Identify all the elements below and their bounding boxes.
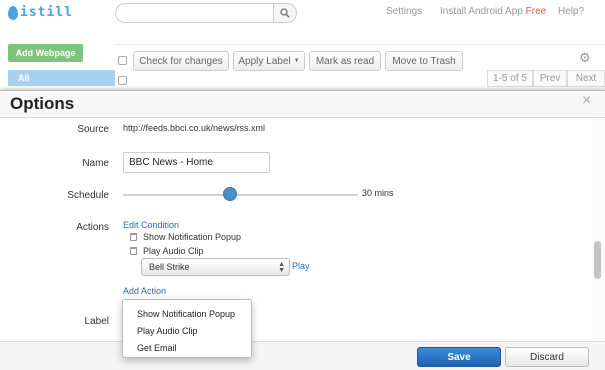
modal-footer: Save Discard [0,341,605,370]
drop-icon [8,6,18,20]
label-label: Label [84,316,109,327]
options-modal: Options × Source http://feeds.bbci.co.uk… [0,90,605,370]
caret-down-icon: ▼ [293,58,300,64]
help-link[interactable]: Help? [558,6,584,17]
schedule-label: Schedule [67,190,109,201]
check-for-changes-button[interactable]: Check for changes [133,51,229,71]
logo-text: istill [20,4,73,20]
scrollbar[interactable] [592,119,605,341]
add-webpage-button[interactable]: Add Webpage [8,44,83,62]
select-arrows-icon: ▲ ▼ [278,261,285,274]
schedule-slider-track[interactable] [123,194,358,196]
settings-link[interactable]: Settings [386,6,422,17]
install-android-link[interactable]: Install Android App Free [440,6,546,17]
pager-range: 1-5 of 5 [487,70,533,87]
add-action-menu: Show Notification Popup Play Audio Clip … [122,299,252,358]
modal-title: Options [10,94,75,113]
mark-as-read-button[interactable]: Mark as read [309,51,381,71]
action-item: Play Audio Clip [143,246,204,256]
select-all-checkbox[interactable] [118,56,127,65]
trash-icon[interactable] [130,247,137,255]
apply-label-button[interactable]: Apply Label ▼ [233,51,305,71]
apply-label-text: Apply Label [238,55,291,67]
audio-clip-value: Bell Strike [149,262,190,272]
modal-header: Options × [0,91,605,118]
search-input[interactable] [115,3,273,23]
menu-item-get-email[interactable]: Get Email [123,339,251,356]
add-action-link[interactable]: Add Action [123,286,166,296]
prev-page-button[interactable]: Prev [533,70,567,87]
install-android-label: Install Android App [440,6,523,17]
action-item: Show Notification Popup [143,232,242,242]
actions-label: Actions [76,222,109,233]
search-button[interactable] [273,3,297,23]
source-value: http://feeds.bbci.co.uk/news/rss.xml [123,123,266,133]
row-checkbox[interactable] [118,76,127,85]
scrollbar-thumb[interactable] [594,241,601,279]
audio-clip-select[interactable]: Bell Strike ▲ ▼ [141,258,290,276]
move-to-trash-button[interactable]: Move to Trash [385,51,463,71]
menu-item-play-audio[interactable]: Play Audio Clip [123,322,251,339]
free-label: Free [525,6,547,17]
name-label: Name [82,158,109,169]
play-link[interactable]: Play [292,261,310,271]
menu-item-show-notification[interactable]: Show Notification Popup [123,305,251,322]
edit-condition-link[interactable]: Edit Condition [123,220,179,230]
next-page-button[interactable]: Next [567,70,605,87]
top-bar: istill Settings Install Android App Free… [0,0,605,26]
save-button[interactable]: Save [417,347,501,367]
schedule-slider-handle[interactable] [223,187,237,201]
gear-icon[interactable]: ⚙ [579,50,591,66]
trash-icon[interactable] [130,233,137,241]
close-icon[interactable]: × [582,92,591,110]
modal-body: Source http://feeds.bbci.co.uk/news/rss.… [0,119,605,341]
search-icon [280,8,290,18]
sidebar-item-all[interactable]: All [8,70,115,86]
schedule-value: 30 mins [362,188,394,198]
discard-button[interactable]: Discard [505,347,589,367]
divider [115,44,605,45]
source-label: Source [77,124,109,135]
distill-logo[interactable]: istill [8,2,73,22]
name-field[interactable] [123,152,270,173]
